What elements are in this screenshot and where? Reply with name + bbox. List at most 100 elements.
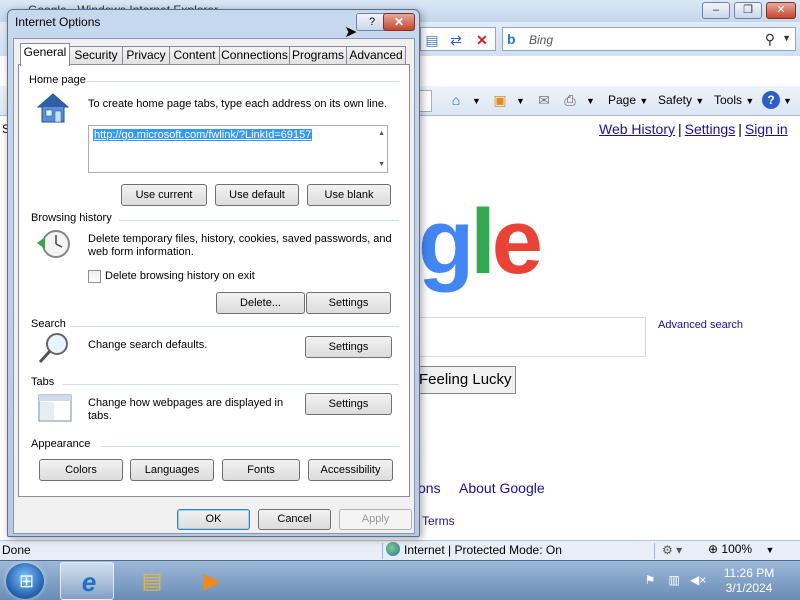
media-player-icon: ▶ — [203, 568, 221, 593]
stop-icon[interactable]: ✕ — [473, 31, 491, 49]
tab-security[interactable]: Security — [69, 46, 123, 65]
about-google-link[interactable]: About Google — [459, 480, 545, 496]
scroll-up-icon[interactable]: ▲ — [378, 130, 385, 137]
volume-muted-icon[interactable]: ◀× — [690, 572, 706, 588]
chevron-down-icon[interactable]: ▼ — [782, 33, 791, 43]
action-center-flag-icon[interactable]: ⚑ — [642, 572, 658, 588]
taskbar-internet-explorer[interactable]: e — [60, 562, 114, 600]
section-divider — [71, 326, 399, 327]
general-tab-panel: Home page To create home page tabs, type… — [18, 64, 410, 497]
status-text: Done — [2, 543, 31, 557]
tab-advanced[interactable]: Advanced — [346, 46, 406, 65]
mail-icon[interactable]: ✉ — [534, 90, 554, 110]
bing-icon: b — [507, 31, 516, 47]
refresh-icon[interactable]: ⇄ — [447, 31, 465, 49]
cancel-button[interactable]: Cancel — [258, 509, 331, 530]
search-icon[interactable]: ⚲ — [765, 31, 775, 48]
tools-menu-label: Tools — [714, 93, 743, 107]
delete-history-on-exit-checkbox[interactable] — [88, 270, 101, 283]
search-section-title: Search — [31, 318, 66, 330]
network-icon[interactable]: ▥ — [666, 572, 682, 588]
safety-menu[interactable]: Safety ▼ — [658, 93, 704, 107]
start-button[interactable]: ⊞ — [6, 563, 44, 599]
delete-history-button[interactable]: Delete... — [216, 292, 305, 314]
home-page-url-field[interactable]: http://go.microsoft.com/fwlink/?LinkId=6… — [88, 125, 388, 173]
status-bar: Done Internet | Protected Mode: On ⚙ ▾ ⊕… — [0, 540, 800, 560]
protected-mode-icon[interactable]: ⚙ ▾ — [662, 543, 682, 557]
home-dropdown-chevron-icon[interactable]: ▼ — [472, 96, 481, 106]
tab-general[interactable]: General — [20, 43, 70, 66]
tab-content[interactable]: Content — [169, 46, 220, 65]
advanced-search-link[interactable]: Advanced search — [658, 319, 743, 331]
settings-link[interactable]: Settings — [685, 121, 736, 137]
taskbar-media-player[interactable]: ▶ — [184, 562, 238, 600]
tab-connections[interactable]: Connections — [219, 46, 290, 65]
home-page-house-icon — [36, 93, 70, 123]
browser-tab[interactable] — [418, 90, 432, 112]
web-history-link[interactable]: Web History — [599, 121, 675, 137]
languages-button[interactable]: Languages — [130, 459, 214, 481]
use-current-button[interactable]: Use current — [121, 184, 207, 206]
colors-button[interactable]: Colors — [39, 459, 123, 481]
maximize-button[interactable]: ❐ — [734, 2, 762, 19]
taskbar-file-explorer[interactable]: ▤ — [124, 562, 178, 600]
home-icon[interactable]: ⌂ — [446, 90, 466, 110]
browsing-history-section-title: Browsing history — [31, 212, 112, 224]
clock-time: 11:26 PM — [723, 566, 775, 580]
google-search-input[interactable] — [418, 317, 646, 357]
minimize-button[interactable]: – — [702, 2, 730, 19]
history-settings-button[interactable]: Settings — [306, 292, 391, 314]
print-dropdown-chevron-icon[interactable]: ▼ — [586, 96, 595, 106]
address-bar-buttons: ▤ ⇄ ✕ — [420, 27, 496, 51]
programs-link[interactable]: ons — [418, 480, 441, 496]
sign-in-link[interactable]: Sign in — [745, 121, 788, 137]
tools-menu[interactable]: Tools ▼ — [714, 93, 754, 107]
status-divider — [382, 543, 383, 559]
ok-button[interactable]: OK — [177, 509, 250, 530]
taskbar: ⊞ e ▤ ▶ ⚑ ▥ ◀× 11:26 PM 3/1/2024 — [0, 560, 800, 600]
compatibility-view-icon[interactable]: ▤ — [423, 31, 441, 49]
windows-logo-icon: ⊞ — [19, 571, 35, 591]
tabs-window-icon — [38, 394, 72, 422]
section-divider — [63, 384, 399, 385]
internet-explorer-icon: e — [81, 567, 97, 597]
search-box[interactable]: b Bing ⚲ ▼ — [502, 27, 796, 51]
browser-close-button[interactable]: ✕ — [766, 2, 796, 19]
help-dropdown-chevron-icon[interactable]: ▼ — [783, 96, 792, 106]
logo-letter-e: e — [491, 191, 543, 293]
system-clock[interactable]: 11:26 PM 3/1/2024 — [712, 566, 786, 596]
status-divider — [654, 543, 655, 559]
use-blank-button[interactable]: Use blank — [307, 184, 391, 206]
use-default-button[interactable]: Use default — [215, 184, 299, 206]
security-zone[interactable]: Internet | Protected Mode: On — [386, 542, 562, 557]
tabs-description: Change how webpages are displayed in tab… — [88, 397, 284, 422]
zoom-control[interactable]: ⊕ 100% ▼ — [708, 542, 774, 556]
tab-privacy[interactable]: Privacy — [122, 46, 170, 65]
help-icon[interactable]: ? — [762, 91, 780, 109]
dialog-close-button[interactable]: ✕ — [383, 13, 415, 31]
home-page-section-title: Home page — [29, 74, 86, 86]
feeds-icon[interactable]: ▣ — [490, 90, 510, 110]
apply-button[interactable]: Apply — [339, 509, 412, 530]
tab-programs[interactable]: Programs — [289, 46, 347, 65]
print-icon[interactable]: ⎙ — [560, 90, 580, 110]
terms-link[interactable]: Terms — [422, 514, 455, 528]
dialog-title: Internet Options — [15, 15, 101, 29]
search-settings-button[interactable]: Settings — [305, 336, 392, 358]
top-links: Web History | Settings | Sign in — [599, 121, 788, 137]
dialog-body: General Security Privacy Content Connect… — [13, 38, 415, 534]
tabs-settings-button[interactable]: Settings — [305, 393, 392, 415]
page-menu[interactable]: Page ▼ — [608, 93, 648, 107]
logo-letter-l: l — [470, 191, 495, 293]
fonts-button[interactable]: Fonts — [222, 459, 300, 481]
accessibility-button[interactable]: Accessibility — [308, 459, 393, 481]
scroll-down-icon[interactable]: ▼ — [378, 161, 385, 168]
search-input-placeholder: Bing — [529, 33, 554, 47]
folder-icon: ▤ — [141, 568, 163, 593]
google-logo: gle — [418, 196, 543, 288]
feeling-lucky-button[interactable]: Feeling Lucky — [418, 366, 516, 394]
internet-options-dialog: Internet Options ? ✕ General Security Pr… — [7, 9, 420, 537]
mouse-cursor-icon: ➤ — [344, 24, 358, 41]
appearance-section-title: Appearance — [31, 438, 91, 450]
feeds-dropdown-chevron-icon[interactable]: ▼ — [516, 96, 525, 106]
